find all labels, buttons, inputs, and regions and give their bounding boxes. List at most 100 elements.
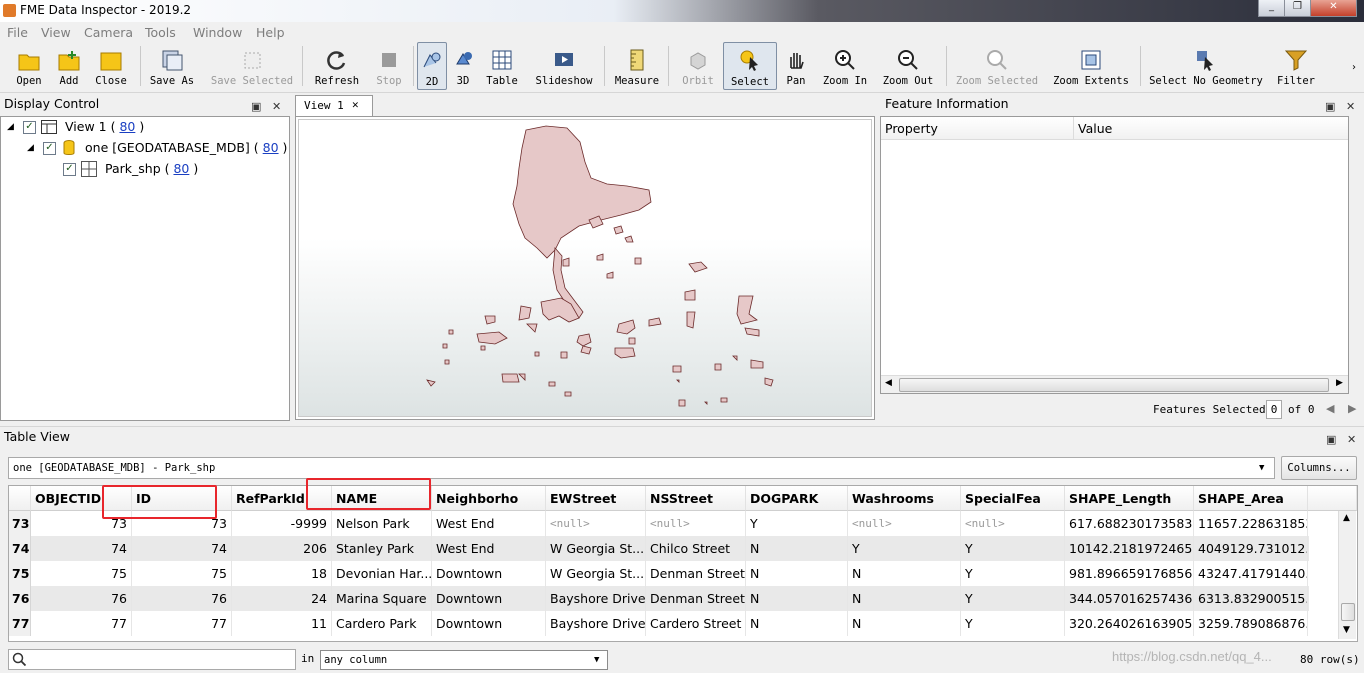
collapse-arrow-icon[interactable]: ◢ (7, 117, 14, 137)
table-cell-shape-length[interactable]: 617.688230173583 (1065, 511, 1194, 536)
map-view[interactable] (295, 116, 875, 420)
table-cell-washrooms[interactable]: Y (848, 536, 961, 561)
row-number[interactable]: 75 (9, 561, 31, 586)
close-panel-icon[interactable]: ✕ (272, 97, 281, 117)
table-cell-nsstreet[interactable]: Denman Street (646, 561, 746, 586)
table-cell-name[interactable]: Devonian Har... (332, 561, 432, 586)
menu-camera[interactable]: Camera (84, 25, 133, 40)
open-button[interactable]: Open (8, 42, 50, 90)
dataset-checkbox[interactable]: ✓ (43, 142, 56, 155)
table-cell-specialfea[interactable]: <null> (961, 511, 1065, 536)
table-cell-id[interactable]: 74 (132, 536, 232, 561)
collapse-arrow-icon[interactable]: ◢ (27, 138, 34, 158)
view-checkbox[interactable]: ✓ (23, 121, 36, 134)
table-cell-shape-area[interactable]: 43247.41791440... (1194, 561, 1308, 586)
table-cell-washrooms[interactable]: N (848, 561, 961, 586)
table-cell-dogpark[interactable]: Y (746, 511, 848, 536)
table-cell-neighborho[interactable]: West End (432, 536, 546, 561)
table-cell-shape-area[interactable]: 6313.832900515... (1194, 586, 1308, 611)
search-column-select[interactable]: any column ▼ (320, 650, 608, 670)
features-selected-count[interactable]: 0 (1266, 400, 1282, 419)
row-number[interactable]: 77 (9, 611, 31, 636)
close-button[interactable]: Close (90, 42, 132, 90)
table-cell-id[interactable]: 76 (132, 586, 232, 611)
horizontal-scrollbar[interactable]: ◀ ▶ (881, 375, 1348, 393)
columns-button[interactable]: Columns... (1281, 456, 1357, 480)
header-dogpark[interactable]: DOGPARK (746, 486, 848, 511)
table-cell-specialfea[interactable]: Y (961, 561, 1065, 586)
table-cell-name[interactable]: Marina Square (332, 586, 432, 611)
table-cell-specialfea[interactable]: Y (961, 536, 1065, 561)
2d-button[interactable]: 2D (417, 42, 447, 90)
menu-window[interactable]: Window (193, 25, 242, 40)
table-cell-ewstreet[interactable]: Bayshore Drive (546, 611, 646, 636)
table-cell-neighborho[interactable]: Downtown (432, 611, 546, 636)
zoom-out-button[interactable]: Zoom Out (880, 42, 936, 90)
table-cell-neighborho[interactable]: Downtown (432, 586, 546, 611)
header-shape-length[interactable]: SHAPE_Length (1065, 486, 1194, 511)
table-cell-refparkid[interactable]: 18 (232, 561, 332, 586)
maximize-button[interactable]: ❐ (1284, 0, 1311, 17)
table-cell-name[interactable]: Stanley Park (332, 536, 432, 561)
table-cell-ewstreet[interactable]: Bayshore Drive (546, 586, 646, 611)
table-cell-ewstreet[interactable]: W Georgia St... (546, 561, 646, 586)
table-button[interactable]: Table (482, 42, 522, 90)
header-ewstreet[interactable]: EWStreet (546, 486, 646, 511)
close-panel-icon[interactable]: ✕ (1347, 430, 1356, 450)
table-cell-objectid[interactable]: 75 (31, 561, 132, 586)
header-shape-area[interactable]: SHAPE_Area (1194, 486, 1308, 511)
table-cell-washrooms[interactable]: N (848, 611, 961, 636)
table-cell-shape-area[interactable]: 3259.789086876... (1194, 611, 1308, 636)
table-search-input[interactable] (8, 649, 296, 670)
row-number[interactable]: 74 (9, 536, 31, 561)
close-tab-icon[interactable]: ✕ (352, 98, 359, 111)
tab-view-1[interactable]: View 1 ✕ (295, 95, 373, 117)
feature-type-dropdown[interactable]: one [GEODATABASE_MDB] - Park_shp ▼ (8, 457, 1275, 479)
table-cell-specialfea[interactable]: Y (961, 586, 1065, 611)
table-row[interactable]: 76 76 76 24 Marina Square Downtown Bayshore Dr… (9, 586, 1309, 611)
table-cell-neighborho[interactable]: West End (432, 511, 546, 536)
float-panel-icon[interactable]: ▣ (1326, 430, 1336, 450)
table-cell-id[interactable]: 75 (132, 561, 232, 586)
vertical-scrollbar[interactable]: ▲ ▼ (1338, 511, 1356, 639)
3d-button[interactable]: 3D (448, 42, 478, 90)
add-button[interactable]: Add (50, 42, 88, 90)
table-cell-ewstreet[interactable]: <null> (546, 511, 646, 536)
orbit-button[interactable]: Orbit (676, 42, 720, 90)
table-cell-objectid[interactable]: 76 (31, 586, 132, 611)
map-canvas[interactable] (298, 119, 872, 417)
header-washrooms[interactable]: Washrooms (848, 486, 961, 511)
row-number[interactable]: 76 (9, 586, 31, 611)
filter-button[interactable]: Filter (1274, 42, 1318, 90)
stop-button[interactable]: Stop (370, 42, 408, 90)
header-specialfea[interactable]: SpecialFea (961, 486, 1065, 511)
table-cell-shape-area[interactable]: 4049129.731012... (1194, 536, 1308, 561)
next-feature-icon[interactable]: ▶ (1348, 402, 1356, 415)
pan-button[interactable]: Pan (780, 42, 812, 90)
row-number[interactable]: 73 (9, 511, 31, 536)
column-property[interactable]: Property (885, 121, 938, 136)
close-window-button[interactable]: ✕ (1310, 0, 1357, 17)
float-panel-icon[interactable]: ▣ (251, 97, 261, 117)
select-button[interactable]: Select (723, 42, 777, 90)
column-value[interactable]: Value (1078, 121, 1112, 136)
table-cell-dogpark[interactable]: N (746, 611, 848, 636)
zoom-selected-button[interactable]: Zoom Selected (952, 42, 1042, 90)
table-cell-name[interactable]: Nelson Park (332, 511, 432, 536)
table-cell-nsstreet[interactable]: <null> (646, 511, 746, 536)
slideshow-button[interactable]: Slideshow (532, 42, 596, 90)
table-cell-dogpark[interactable]: N (746, 561, 848, 586)
table-cell-specialfea[interactable]: Y (961, 611, 1065, 636)
header-neighborho[interactable]: Neighborho (432, 486, 546, 511)
menu-help[interactable]: Help (256, 25, 285, 40)
menu-view[interactable]: View (41, 25, 71, 40)
table-cell-dogpark[interactable]: N (746, 586, 848, 611)
table-cell-neighborho[interactable]: Downtown (432, 561, 546, 586)
select-no-geometry-button[interactable]: Select No Geometry (1148, 42, 1264, 90)
header-nsstreet[interactable]: NSStreet (646, 486, 746, 511)
feature-type-checkbox[interactable]: ✓ (63, 163, 76, 176)
table-row[interactable]: 74 74 74 206 Stanley Park West End W Georgia S… (9, 536, 1309, 561)
table-cell-refparkid[interactable]: 24 (232, 586, 332, 611)
table-row[interactable]: 77 77 77 11 Cardero Park Downtown Bayshore Dri… (9, 611, 1309, 636)
close-panel-icon[interactable]: ✕ (1346, 97, 1355, 117)
